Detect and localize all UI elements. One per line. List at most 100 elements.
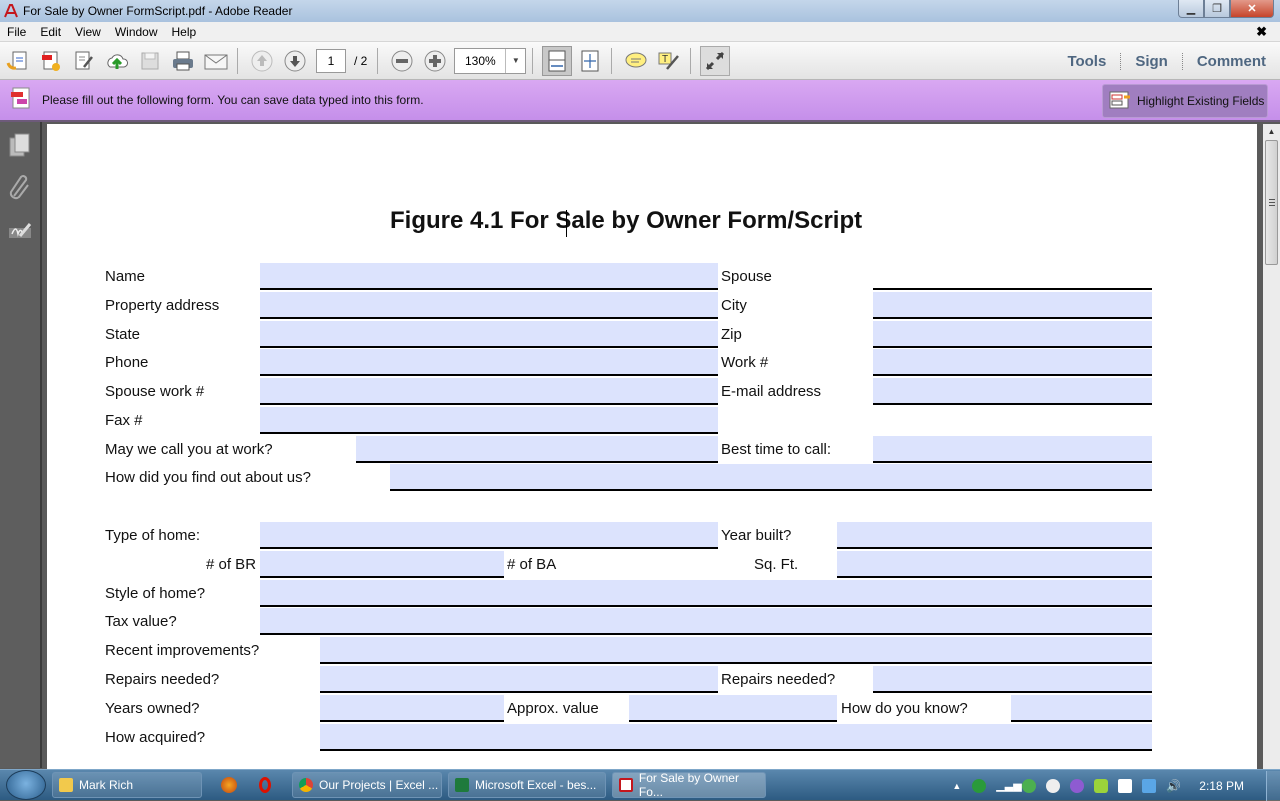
label-years-owned: Years owned?	[105, 700, 200, 717]
label-tax-value: Tax value?	[105, 613, 177, 630]
repairs-needed-field[interactable]	[320, 666, 718, 693]
edit-pdf-button[interactable]	[69, 46, 99, 76]
zoom-select[interactable]: 130% ▼	[454, 47, 527, 74]
signatures-icon[interactable]	[8, 218, 32, 244]
menu-help[interactable]: Help	[165, 25, 204, 39]
years-owned-field[interactable]	[320, 695, 504, 722]
add-comment-button[interactable]	[621, 46, 651, 76]
start-button[interactable]	[6, 770, 46, 800]
power-plug-icon[interactable]	[1118, 778, 1133, 793]
taskbar-item-chrome[interactable]: Our Projects | Excel ...	[292, 772, 442, 798]
tax-value-field[interactable]	[260, 608, 1152, 635]
label-sqft: Sq. Ft.	[754, 556, 799, 573]
opera-icon[interactable]	[252, 772, 278, 798]
upload-button[interactable]	[102, 46, 132, 76]
show-hidden-icons[interactable]: ▲	[952, 781, 961, 791]
label-phone: Phone	[105, 354, 149, 371]
toolbar-separator	[532, 47, 534, 74]
previous-page-button[interactable]	[247, 46, 277, 76]
signal-icon[interactable]: ▁▃▅	[996, 779, 1021, 793]
menu-file[interactable]: File	[0, 25, 33, 39]
zip-field[interactable]	[873, 321, 1152, 348]
menu-view[interactable]: View	[68, 25, 108, 39]
bathrooms-field[interactable]	[602, 551, 718, 578]
plus-icon	[424, 50, 446, 71]
zoom-out-button[interactable]	[387, 46, 417, 76]
email-field[interactable]	[873, 378, 1152, 405]
save-button[interactable]	[135, 46, 165, 76]
improvements-field[interactable]	[320, 637, 1152, 664]
comment-pane-link[interactable]: Comment	[1181, 52, 1280, 70]
firefox-icon[interactable]	[216, 772, 242, 798]
name-field[interactable]	[260, 263, 718, 290]
close-document-icon[interactable]: ✖	[1249, 24, 1274, 40]
utorrent-icon[interactable]	[972, 778, 987, 793]
tools-pane-link[interactable]: Tools	[1053, 53, 1120, 70]
sqft-field[interactable]	[837, 551, 1152, 578]
next-page-button[interactable]	[280, 46, 310, 76]
highlight-existing-fields-button[interactable]: Highlight Existing Fields	[1102, 84, 1268, 118]
minimize-button[interactable]: ▁	[1178, 0, 1204, 18]
taskbar-item-adobe-reader[interactable]: For Sale by Owner Fo...	[612, 771, 766, 799]
repairs-needed-2-field[interactable]	[873, 666, 1152, 693]
spouse-work-field[interactable]	[260, 378, 718, 405]
zoom-in-button[interactable]	[420, 46, 450, 76]
call-at-work-field[interactable]	[356, 436, 718, 463]
fit-page-button[interactable]	[575, 46, 605, 76]
menu-window[interactable]: Window	[108, 25, 165, 39]
year-built-field[interactable]	[837, 522, 1152, 549]
fit-page-icon	[581, 50, 599, 71]
arrow-up-icon	[251, 50, 273, 71]
taskbar-item-excel[interactable]: Microsoft Excel - bes...	[448, 772, 606, 798]
security-icon[interactable]	[1022, 778, 1037, 793]
property-address-field[interactable]	[260, 292, 718, 319]
scroll-up-icon[interactable]: ▲	[1263, 124, 1280, 140]
sign-pane-link[interactable]: Sign	[1120, 52, 1182, 70]
dropbox-icon[interactable]	[1142, 778, 1157, 793]
page-thumbnails-icon[interactable]	[8, 132, 32, 158]
highlight-fields-label: Highlight Existing Fields	[1137, 94, 1265, 108]
how-know-field[interactable]	[1011, 695, 1152, 722]
state-field[interactable]	[260, 321, 718, 348]
fit-width-button[interactable]	[542, 45, 573, 76]
spouse-field[interactable]	[873, 263, 1152, 290]
volume-icon[interactable]: 🔊	[1166, 779, 1181, 793]
find-out-field[interactable]	[390, 464, 1152, 491]
adobe-reader-icon	[619, 778, 633, 792]
open-button[interactable]	[3, 46, 33, 76]
how-acquired-field[interactable]	[320, 724, 1152, 751]
taskbar-item-folder[interactable]: Mark Rich	[52, 772, 202, 798]
highlight-text-button[interactable]: T	[654, 46, 684, 76]
city-field[interactable]	[873, 292, 1152, 319]
work-phone-field[interactable]	[873, 349, 1152, 376]
chat-bubble-icon[interactable]	[1046, 778, 1061, 793]
email-button[interactable]	[201, 46, 231, 76]
taskbar-label: Mark Rich	[79, 778, 134, 792]
type-of-home-field[interactable]	[260, 522, 718, 549]
approx-value-field[interactable]	[629, 695, 837, 722]
print-icon	[173, 51, 193, 70]
phone-field[interactable]	[260, 349, 718, 376]
fax-field[interactable]	[260, 407, 718, 434]
label-state: State	[105, 326, 141, 343]
scroll-thumb[interactable]	[1265, 140, 1278, 265]
best-time-field[interactable]	[873, 436, 1152, 463]
viber-icon[interactable]	[1070, 778, 1085, 793]
bedrooms-field[interactable]	[260, 551, 504, 578]
evernote-icon[interactable]	[1094, 778, 1109, 793]
paperclip-icon[interactable]	[8, 174, 32, 200]
page-number-input[interactable]: 1	[316, 48, 346, 73]
show-desktop-button[interactable]	[1266, 770, 1280, 801]
full-screen-button[interactable]	[700, 45, 731, 76]
menu-edit[interactable]: Edit	[33, 25, 68, 39]
label-style: Style of home?	[105, 585, 206, 602]
print-button[interactable]	[168, 46, 198, 76]
style-field[interactable]	[260, 580, 1152, 607]
vertical-scrollbar[interactable]: ▲	[1263, 124, 1280, 769]
open-file-icon	[6, 51, 27, 70]
chevron-down-icon[interactable]: ▼	[505, 48, 525, 73]
close-button[interactable]: ✕	[1230, 0, 1274, 18]
create-pdf-button[interactable]	[36, 46, 66, 76]
restore-button[interactable]: ❐	[1204, 0, 1230, 18]
system-clock[interactable]: 2:18 PM	[1199, 779, 1244, 793]
